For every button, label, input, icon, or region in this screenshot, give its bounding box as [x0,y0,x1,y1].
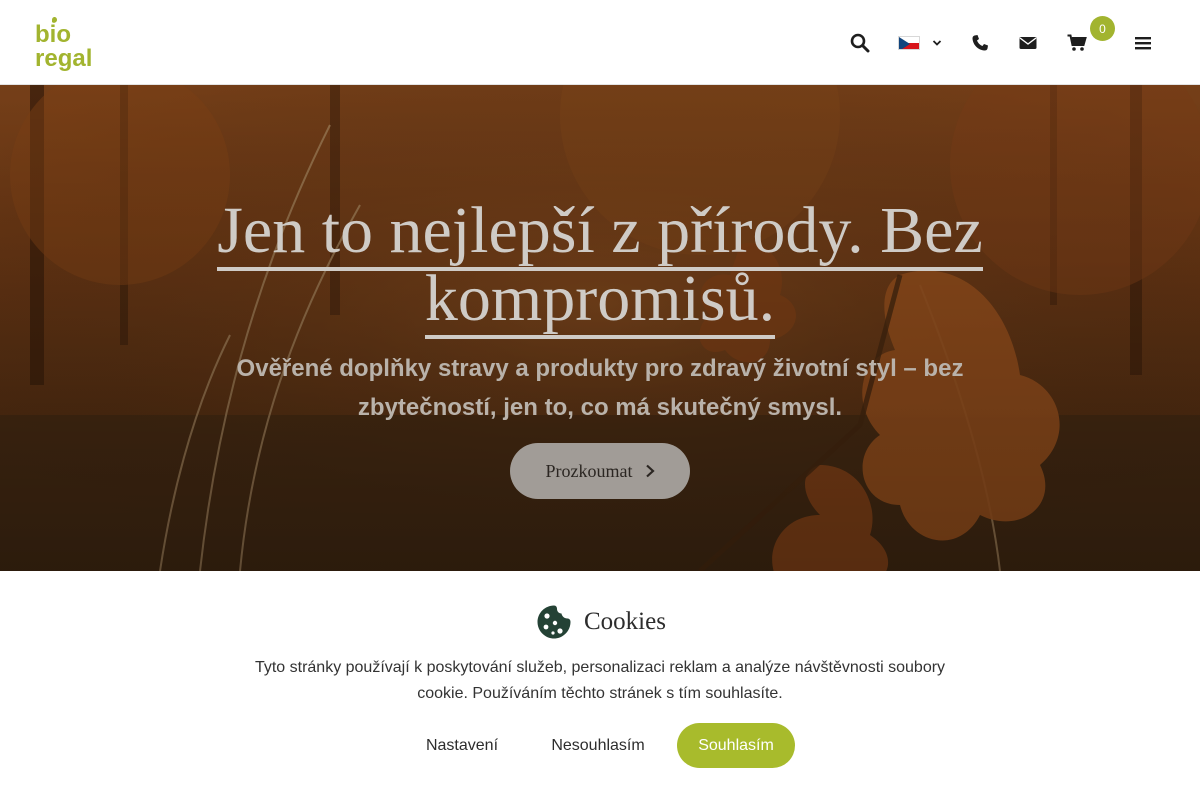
czech-flag-icon [898,36,920,50]
email-button[interactable] [1014,27,1042,59]
hero-title-text[interactable]: Jen to nejlepší z přírody. Bez kompromis… [217,194,983,339]
phone-button[interactable] [966,27,994,59]
hamburger-menu-icon [1135,37,1151,50]
hero-banner: Jen to nejlepší z přírody. Bez kompromis… [0,85,1200,571]
phone-icon [972,35,988,51]
cookie-title: Cookies [584,608,666,635]
svg-text:regal: regal [35,45,92,72]
biregal-logo[interactable]: bio regal [34,16,96,72]
search-button[interactable] [846,27,874,59]
menu-button[interactable] [1130,27,1156,59]
hero-content: Jen to nejlepší z přírody. Bez kompromis… [0,85,1200,571]
explore-button[interactable]: Prozkoumat [510,443,690,499]
cart-count-badge[interactable]: 0 [1090,16,1115,41]
cookie-header: Cookies [536,603,666,641]
cookie-decline-button[interactable]: Nesouhlasím [540,723,656,768]
cookie-accept-button[interactable]: Souhlasím [677,723,795,768]
cookie-description: Tyto stránky používají k poskytování slu… [254,659,946,702]
chevron-down-icon [932,40,942,46]
hero-subtitle: Ověřené doplňky stravy a produkty pro zd… [236,355,964,421]
site-header: bio regal 0 [0,0,1200,85]
envelope-icon [1019,37,1037,49]
search-icon [850,33,870,53]
hero-title: Jen to nejlepší z přírody. Bez kompromis… [150,194,1050,339]
language-switcher[interactable] [898,27,942,59]
shopping-cart-icon [1067,34,1087,51]
explore-button-label: Prozkoumat [545,460,633,481]
chevron-right-icon [645,464,655,478]
cookie-consent-bar: Cookies Tyto stránky používají k poskyto… [0,571,1200,800]
cart-button[interactable] [1062,27,1092,59]
svg-text:bio: bio [35,21,71,48]
cookie-icon [537,605,571,639]
cookie-settings-button[interactable]: Nastavení [416,723,508,768]
